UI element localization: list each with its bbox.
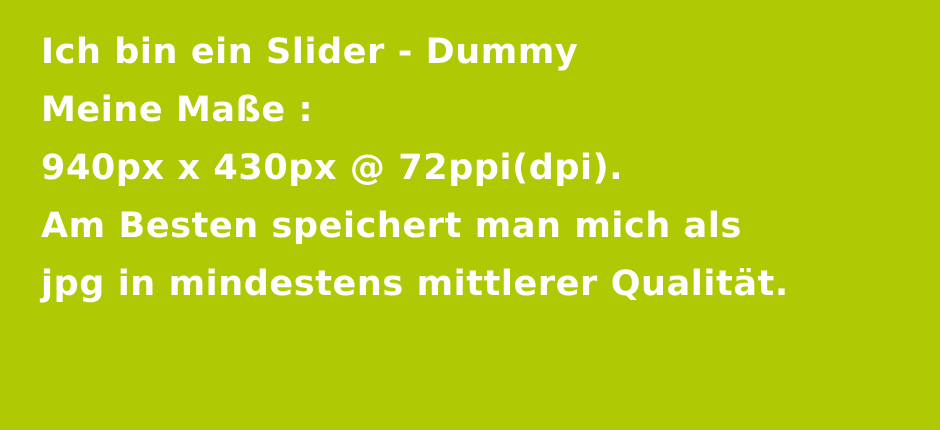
text-line-3: 940px x 430px @ 72ppi(dpi).	[41, 148, 624, 188]
text-line-5: jpg in mindestens mittlerer Qualität.	[41, 264, 789, 304]
dummy-text: Ich bin ein Slider - Dummy Meine Maße : …	[41, 23, 789, 313]
text-line-2: Meine Maße :	[41, 90, 314, 130]
text-line-1: Ich bin ein Slider - Dummy	[41, 32, 579, 72]
text-line-4: Am Besten speichert man mich als	[41, 206, 742, 246]
slider-dummy-banner: Ich bin ein Slider - Dummy Meine Maße : …	[0, 0, 940, 430]
